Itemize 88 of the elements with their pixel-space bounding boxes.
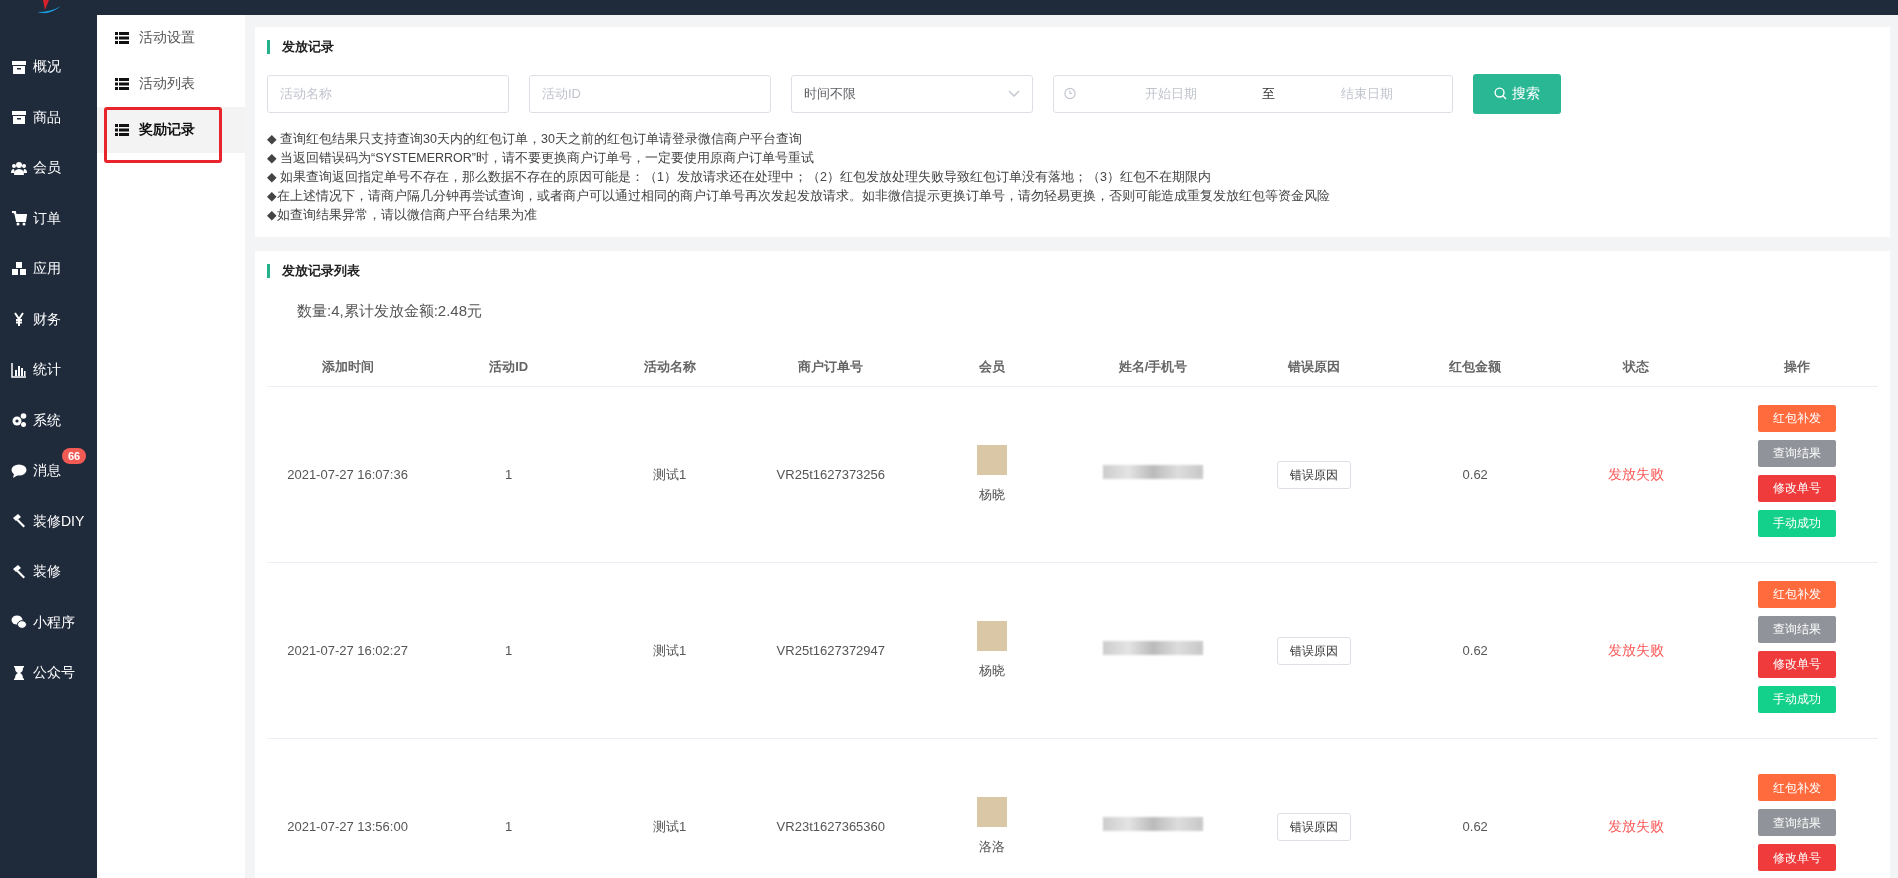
table-cell: 0.62	[1462, 466, 1488, 482]
photo-placeholder	[976, 445, 1007, 475]
users-icon	[11, 159, 27, 176]
hammer-icon	[11, 563, 27, 580]
gears-icon	[11, 412, 27, 428]
note-text: ◆如查询结果异常，请以微信商户平台结果为准	[267, 206, 538, 224]
submenu-item[interactable]: 活动设置	[97, 15, 245, 61]
table-cell: 2021-07-27 13:56:00	[287, 818, 408, 834]
column-header: 添加时间	[267, 346, 429, 387]
table-cell: 0.62	[1462, 818, 1488, 834]
count-badge: 66	[62, 448, 87, 464]
table-cell: 1	[505, 466, 513, 482]
yen-icon	[11, 311, 27, 327]
text-field[interactable]: 活动名称	[267, 74, 509, 113]
summary-text: 数量:4,累计发放金额:2.48元	[297, 301, 484, 321]
sidebar-item[interactable]: 概况	[0, 46, 97, 87]
search-icon	[1494, 87, 1507, 100]
action-button[interactable]: 修改单号	[1758, 474, 1837, 502]
submenu-item[interactable]: 活动列表	[97, 61, 245, 107]
column-header: 活动名称	[589, 346, 751, 387]
status-text: 发放失败	[1608, 818, 1665, 834]
status-text: 发放失败	[1608, 642, 1665, 658]
box-icon	[11, 109, 27, 125]
error-reason-button[interactable]: 错误原因	[1277, 636, 1352, 665]
sidebar-item[interactable]: 装修	[0, 551, 97, 592]
table-cell: 2021-07-27 16:07:36	[287, 466, 408, 482]
date-range-field[interactable]: 开始日期 至 结束日期	[1053, 74, 1453, 113]
sidebar-item[interactable]: 消息 66	[0, 450, 97, 491]
member-name: 洛洛	[977, 837, 1006, 856]
error-reason-button[interactable]: 错误原因	[1277, 812, 1352, 841]
error-reason-button[interactable]: 错误原因	[1277, 460, 1352, 489]
list-icon	[115, 32, 129, 44]
bar-chart-icon	[11, 361, 27, 378]
sidebar-item[interactable]: 财务	[0, 298, 97, 340]
column-header: 红包金额	[1394, 346, 1556, 387]
column-header: 操作	[1716, 346, 1878, 387]
chat-bubble-icon	[11, 462, 27, 479]
sidebar-item[interactable]: 系统	[0, 399, 97, 441]
section-title: 发放记录列表	[267, 263, 360, 278]
sidebar-item[interactable]: 小程序	[0, 601, 97, 643]
column-header: 活动ID	[428, 346, 590, 387]
cubes-icon	[11, 260, 27, 277]
column-header: 姓名/手机号	[1072, 346, 1234, 387]
table-cell: 测试1	[653, 818, 687, 834]
sidebar-item[interactable]: 公众号	[0, 652, 97, 693]
dropdown-field[interactable]: 时间不限	[791, 74, 1033, 113]
member-name: 杨晓	[977, 485, 1006, 504]
action-button[interactable]: 修改单号	[1758, 650, 1837, 678]
sidebar-item[interactable]: 统计	[0, 349, 97, 390]
status-text: 发放失败	[1608, 466, 1665, 482]
column-header: 错误原因	[1233, 346, 1395, 387]
hourglass-icon	[11, 664, 27, 681]
column-header: 状态	[1555, 346, 1717, 387]
member-name: 杨晓	[977, 661, 1006, 680]
sidebar-item[interactable]: 应用	[0, 248, 97, 289]
sidebar-item[interactable]: 商品	[0, 96, 97, 138]
list-icon	[115, 78, 129, 90]
column-header: 会员	[911, 346, 1073, 387]
sidebar-item[interactable]: 会员	[0, 147, 97, 188]
chat-bubbles-icon	[11, 614, 27, 630]
note-text: ◆ 当返回错误码为“SYSTEMERROR”时，请不要更换商户订单号，一定要使用原商户订单号重试	[267, 149, 815, 167]
table-cell: VR25t1627372947	[776, 642, 886, 658]
table-cell: 1	[505, 642, 513, 658]
sidebar-item[interactable]: 订单	[0, 197, 97, 239]
list-icon	[115, 124, 129, 136]
box-icon	[11, 58, 27, 75]
table-cell: 测试1	[653, 642, 687, 658]
clock-icon	[1064, 87, 1076, 100]
table-cell: 测试1	[653, 466, 687, 482]
cart-icon	[11, 210, 27, 226]
note-text: ◆在上述情况下，请商户隔几分钟再尝试查询，或者商户可以通过相同的商户订单号再次发起发放请求。如非微信提示更换订单号，请勿轻易更换，否则可能造成重复发放红包等资金风险	[267, 187, 1331, 205]
chevron-down-icon	[1008, 89, 1020, 98]
submenu-item[interactable]: 奖励记录	[97, 107, 245, 153]
column-header: 商户订单号	[750, 346, 912, 387]
photo-placeholder	[976, 797, 1007, 827]
table-cell: VR23t1627365360	[776, 818, 886, 834]
table-cell: 1	[505, 818, 513, 834]
text-field[interactable]: 活动ID	[529, 74, 771, 113]
note-text: ◆ 查询红包结果只支持查询30天内的红包订单，30天之前的红包订单请登录微信商户平台查询	[267, 130, 803, 148]
photo-placeholder	[976, 621, 1007, 651]
section-title: 发放记录	[267, 40, 334, 54]
action-button[interactable]: 修改单号	[1758, 844, 1837, 871]
hammer-icon	[11, 513, 27, 529]
sidebar-item[interactable]: 装修DIY	[0, 500, 97, 542]
table-cell: VR25t1627373256	[776, 466, 886, 482]
table-cell: 0.62	[1462, 642, 1488, 658]
note-text: ◆ 如果查询返回指定单号不存在，那么数据不存在的原因可能是：（1）发放请求还在处理中；（2）红包发放处理失败导致红包订单没有落地；（3）红包不在期限内	[267, 168, 1212, 186]
table-cell: 2021-07-27 16:02:27	[287, 642, 408, 658]
